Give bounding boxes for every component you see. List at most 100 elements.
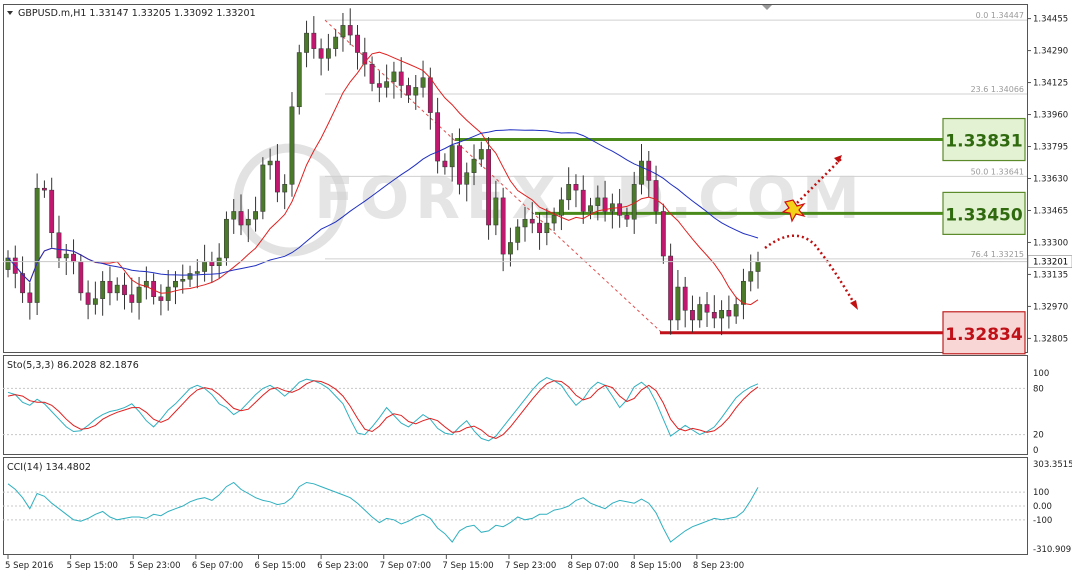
time-tick-label: 8 Sep 23:00 xyxy=(693,561,744,571)
candle-body xyxy=(136,286,142,303)
candle-body xyxy=(114,284,120,294)
candle-body xyxy=(427,77,433,113)
candle-body xyxy=(282,184,288,193)
candle-body xyxy=(231,211,237,220)
time-tick-label: 5 Sep 23:00 xyxy=(129,561,180,571)
stoch-tick-label: 80 xyxy=(1033,384,1044,394)
support-label: 1.32834 xyxy=(945,325,1023,345)
stoch-header: Sto(5,3,3) 86.2028 82.1876 xyxy=(7,360,139,371)
price-tick-label: 1.34290 xyxy=(1033,47,1068,57)
candle-body xyxy=(41,187,47,191)
candle-body xyxy=(71,253,76,263)
price-tick-label: 1.32970 xyxy=(1033,302,1068,312)
candle-body xyxy=(595,197,601,206)
stoch-tick-label: 0 xyxy=(1033,446,1038,456)
candle-body xyxy=(260,164,266,212)
candle-body xyxy=(733,304,739,317)
candle-body xyxy=(92,298,98,305)
price-tick-label: 1.33960 xyxy=(1033,111,1068,121)
candle-body xyxy=(107,280,113,294)
price-tick-label: 1.33300 xyxy=(1033,238,1068,248)
candle-body xyxy=(639,160,644,185)
price-tick-label: 1.34455 xyxy=(1033,15,1068,25)
candle-body xyxy=(173,280,178,288)
candle-body xyxy=(245,218,251,226)
candle-body xyxy=(500,197,506,255)
time-tick-label: 6 Sep 23:00 xyxy=(317,561,368,571)
candle-body xyxy=(78,261,84,294)
candle-body xyxy=(384,81,390,88)
price-tick-label: 1.33135 xyxy=(1033,270,1068,280)
candle-body xyxy=(325,48,331,59)
cci-tick-label: -310.9097 xyxy=(1033,545,1072,555)
trading-chart: FOREX ID.COM 0.0 1.34447 23.6 1.34066 50.0… xyxy=(3,4,1072,571)
candle-body xyxy=(27,292,33,303)
cci-tick-label: 303.3515 xyxy=(1033,460,1072,470)
candle-body xyxy=(413,87,419,96)
candle-body xyxy=(289,106,295,185)
candle-body xyxy=(544,222,550,234)
candle-body xyxy=(537,222,542,234)
candle-body xyxy=(34,187,40,303)
candle-body xyxy=(376,83,382,88)
candle-body xyxy=(668,255,674,321)
candle-body xyxy=(529,218,535,224)
candle-body xyxy=(748,271,754,282)
resistance-label: 1.33450 xyxy=(945,205,1023,225)
price-tick-label: 1.33465 xyxy=(1033,206,1068,216)
time-tick-label: 7 Sep 23:00 xyxy=(505,561,556,571)
fib-label: 23.6 1.34066 xyxy=(971,85,1024,94)
candle-body xyxy=(741,280,746,305)
candle-body xyxy=(726,310,732,317)
candle-body xyxy=(682,286,688,311)
candle-body xyxy=(690,310,695,321)
candle-body xyxy=(165,286,171,301)
candle-body xyxy=(340,25,346,38)
candle-body xyxy=(122,284,127,296)
candle-body xyxy=(63,253,69,259)
time-tick-label: 6 Sep 07:00 xyxy=(192,561,243,571)
candle-body xyxy=(129,294,135,303)
cci-header: CCI(14) 134.4802 xyxy=(7,462,91,473)
candle-body xyxy=(573,184,579,191)
candle-body xyxy=(406,85,411,96)
fib-label: 76.4 1.33215 xyxy=(971,250,1024,259)
candle-body xyxy=(253,211,258,220)
price-tick-label: 1.34125 xyxy=(1033,79,1068,89)
candle-body xyxy=(508,242,513,255)
candle-body xyxy=(653,180,659,212)
candle-body xyxy=(209,261,215,266)
candle-body xyxy=(522,218,528,228)
candle-body xyxy=(311,32,317,49)
cci-tick-label: 100 xyxy=(1033,488,1049,498)
candle-body xyxy=(588,205,593,212)
candle-body xyxy=(85,292,91,305)
candle-body xyxy=(194,271,200,274)
stoch-tick-label: 20 xyxy=(1033,431,1044,441)
candle-body xyxy=(471,158,477,173)
candle-body xyxy=(304,32,309,53)
candle-body xyxy=(493,197,499,226)
stoch-tick-label: 100 xyxy=(1033,369,1049,379)
cci-tick-label: -100 xyxy=(1033,516,1052,526)
current-price-label: 1.33201 xyxy=(1033,258,1068,268)
time-tick-label: 5 Sep 2016 xyxy=(5,561,53,571)
candle-body xyxy=(435,112,441,162)
candle-body xyxy=(697,304,703,321)
candle-body xyxy=(442,160,448,168)
candle-body xyxy=(238,211,244,226)
symbol-header: GBPUSD.m,H1 1.33147 1.33205 1.33092 1.33… xyxy=(18,8,256,19)
time-tick-label: 7 Sep 07:00 xyxy=(380,561,431,571)
resistance-label: 1.33831 xyxy=(945,132,1022,152)
candle-body xyxy=(486,149,491,226)
time-tick-label: 8 Sep 15:00 xyxy=(630,561,681,571)
candle-body xyxy=(275,160,280,193)
candle-body xyxy=(49,189,55,234)
candle-body xyxy=(180,279,186,282)
candle-body xyxy=(558,199,564,216)
candle-body xyxy=(617,203,623,216)
candle-body xyxy=(347,25,353,36)
candle-body xyxy=(369,63,375,84)
candle-body xyxy=(580,189,586,212)
candle-body xyxy=(158,296,164,301)
